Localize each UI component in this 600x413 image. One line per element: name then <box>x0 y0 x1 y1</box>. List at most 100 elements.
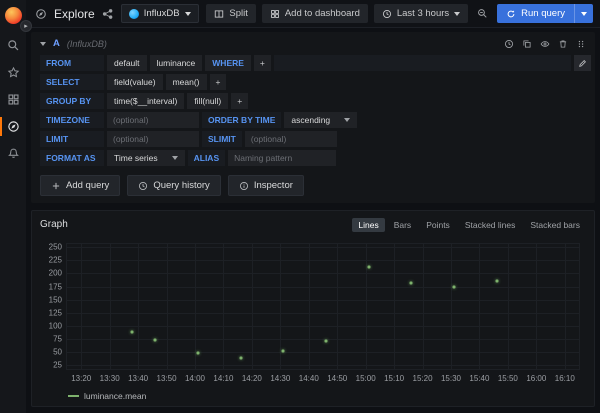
apps-grid-icon <box>7 93 20 106</box>
edit-query-button[interactable] <box>574 55 591 71</box>
from-policy-segment[interactable]: default <box>107 55 147 71</box>
legend[interactable]: luminance.mean <box>68 391 146 401</box>
y-axis-tick-label: 25 <box>53 361 62 370</box>
x-axis-tick-label: 13:40 <box>128 374 148 383</box>
run-query-dropdown[interactable] <box>574 4 593 23</box>
x-axis-tick-label: 15:10 <box>384 374 404 383</box>
gridline-horizontal <box>67 313 579 314</box>
gridline-horizontal <box>67 326 579 327</box>
order-by-time-select[interactable]: ascending <box>284 112 357 128</box>
y-axis-tick-label: 150 <box>49 295 62 304</box>
disable-query-eye-icon[interactable] <box>540 39 550 49</box>
x-axis-tick-label: 15:40 <box>469 374 489 383</box>
inspector-button[interactable]: Inspector <box>228 175 304 196</box>
add-select-part-button[interactable]: + <box>210 74 227 90</box>
query-row-from: FROM default luminance WHERE + <box>40 55 591 71</box>
gridline-vertical <box>195 244 196 369</box>
sidebar-item-search[interactable] <box>0 32 26 59</box>
grafana-app: ▸ Explore <box>0 0 600 413</box>
slimit-input[interactable] <box>245 131 337 147</box>
copy-query-icon[interactable] <box>522 39 532 49</box>
time-range-picker[interactable]: Last 3 hours <box>374 4 468 23</box>
x-axis-tick-label: 16:10 <box>555 374 575 383</box>
tab-stacked-bars[interactable]: Stacked bars <box>524 218 586 232</box>
x-axis-tick-label: 13:20 <box>71 374 91 383</box>
tab-lines[interactable]: Lines <box>352 218 384 232</box>
share-icon[interactable] <box>102 8 114 20</box>
x-axis-tick-label: 14:00 <box>185 374 205 383</box>
sync-icon <box>506 9 516 19</box>
collapse-caret-icon[interactable] <box>40 42 46 46</box>
data-point <box>452 285 455 288</box>
zoom-out-button[interactable] <box>474 4 491 23</box>
data-point <box>239 356 242 359</box>
from-measurement-segment[interactable]: luminance <box>150 55 203 71</box>
sidebar-item-starred[interactable] <box>0 59 26 86</box>
legend-label: luminance.mean <box>84 391 146 401</box>
sidebar-item-explore[interactable] <box>0 113 26 140</box>
run-query-label: Run query <box>521 8 565 19</box>
add-group-by-button[interactable]: + <box>231 93 248 109</box>
x-axis-tick-label: 14:40 <box>299 374 319 383</box>
tab-stacked-lines[interactable]: Stacked lines <box>459 218 522 232</box>
gridline-vertical <box>138 244 139 369</box>
clock-icon <box>382 9 392 19</box>
delete-query-trash-icon[interactable] <box>558 39 568 49</box>
limit-input[interactable] <box>107 131 199 147</box>
format-as-select[interactable]: Time series <box>107 150 185 166</box>
x-axis-tick-label: 14:10 <box>213 374 233 383</box>
data-point <box>410 282 413 285</box>
x-axis-tick-label: 16:00 <box>526 374 546 383</box>
data-point <box>495 279 498 282</box>
add-query-button[interactable]: Add query <box>40 175 120 196</box>
group-by-time-segment[interactable]: time($__interval) <box>107 93 184 109</box>
sidebar: ▸ <box>0 0 26 413</box>
select-label: SELECT <box>40 74 104 90</box>
split-button[interactable]: Split <box>206 4 255 23</box>
timezone-input[interactable] <box>107 112 199 128</box>
query-ref-id[interactable]: A <box>53 38 60 49</box>
gridline-vertical <box>223 244 224 369</box>
plot-area[interactable]: 25507510012515017520022525013:2013:3013:… <box>66 243 580 370</box>
topbar-right: Split Add to dashboard Last 3 hours <box>206 4 593 23</box>
gridline-vertical <box>423 244 424 369</box>
group-by-label: GROUP BY <box>40 93 104 109</box>
alias-input[interactable] <box>228 150 336 166</box>
pencil-icon <box>578 59 587 68</box>
influxdb-logo-icon <box>129 9 139 19</box>
query-row-timezone: TIMEZONE ORDER BY TIME ascending <box>40 112 591 128</box>
datasource-picker[interactable]: InfluxDB <box>121 4 199 23</box>
x-axis-tick-label: 15:30 <box>441 374 461 383</box>
add-to-dashboard-button[interactable]: Add to dashboard <box>262 4 368 23</box>
timezone-label: TIMEZONE <box>40 112 104 128</box>
tab-bars[interactable]: Bars <box>388 218 417 232</box>
sidebar-item-dashboards[interactable] <box>0 86 26 113</box>
query-history-button[interactable]: Query history <box>127 175 221 196</box>
sidebar-expand-button[interactable]: ▸ <box>20 20 32 32</box>
query-history-icon[interactable] <box>504 39 514 49</box>
select-agg-segment[interactable]: mean() <box>166 74 207 90</box>
query-datasource-hint: (InfluxDB) <box>67 39 107 49</box>
chevron-down-icon <box>172 156 178 160</box>
sidebar-item-alerting[interactable] <box>0 140 26 167</box>
star-icon <box>7 66 20 79</box>
gridline-horizontal <box>67 352 579 353</box>
x-axis-tick-label: 14:20 <box>242 374 262 383</box>
topbar: Explore InfluxDB Split Add to dashboar <box>26 0 600 28</box>
gridline-horizontal <box>67 287 579 288</box>
tab-points[interactable]: Points <box>420 218 456 232</box>
y-axis-tick-label: 250 <box>49 243 62 252</box>
run-query-button[interactable]: Run query <box>497 4 593 23</box>
x-axis-tick-label: 15:50 <box>498 374 518 383</box>
y-axis-tick-label: 225 <box>49 256 62 265</box>
where-keyword-segment[interactable]: WHERE <box>205 55 251 71</box>
add-condition-button[interactable]: + <box>254 55 271 71</box>
search-icon <box>7 39 20 52</box>
group-by-fill-segment[interactable]: fill(null) <box>187 93 228 109</box>
query-row-header: A (InfluxDB) <box>35 35 591 52</box>
x-axis-tick-label: 14:30 <box>270 374 290 383</box>
split-icon <box>214 9 224 19</box>
select-field-segment[interactable]: field(value) <box>107 74 163 90</box>
y-axis-tick-label: 175 <box>49 282 62 291</box>
drag-handle-icon[interactable] <box>576 39 586 49</box>
